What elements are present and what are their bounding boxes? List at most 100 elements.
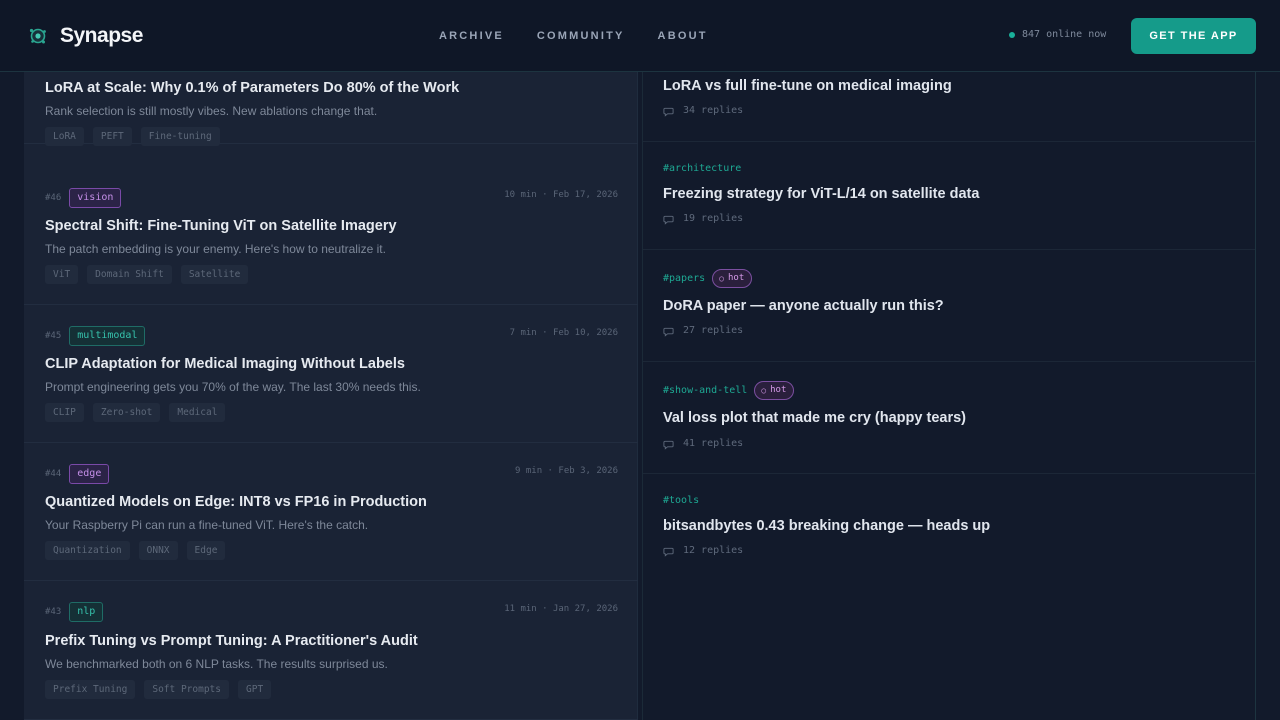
article-title[interactable]: Quantized Models on Edge: INT8 vs FP16 i… [45,493,427,511]
tag[interactable]: ONNX [138,541,178,560]
thread-meta: #tools [663,495,699,507]
tag[interactable]: Medical [169,403,226,422]
thread-replies: 34 replies [663,105,743,117]
online-indicator: 847 online now [1009,29,1106,41]
article-read-time-date: 7 min · Feb 10, 2026 [509,328,618,338]
article-meta: #45 multimodal [45,326,146,346]
article-meta: #46 vision [45,188,122,208]
article-description: Prompt engineering gets you 70% of the w… [45,380,421,394]
tag[interactable]: ViT [45,265,79,284]
tag[interactable]: Zero-shot [92,403,161,422]
article-card[interactable]: #45 multimodal 7 min · Feb 10, 2026 CLIP… [24,305,638,443]
article-card[interactable]: #44 edge 9 min · Feb 3, 2026 Quantized M… [24,443,638,581]
thread-item[interactable]: #tools bitsandbytes 0.43 breaking change… [643,474,1255,582]
category-badge[interactable]: nlp [69,602,104,622]
article-meta: #43 nlp [45,602,104,622]
article-number: #45 [45,331,62,341]
thread-meta: #architecture [663,163,741,175]
thread-replies: 12 replies [663,545,743,557]
comment-icon [663,327,674,337]
article-title[interactable]: Spectral Shift: Fine-Tuning ViT on Satel… [45,217,397,235]
reply-count: 27 replies [683,325,744,336]
flame-icon: ○ [719,274,724,283]
article-tags: ViT Domain Shift Satellite [45,265,257,284]
tag[interactable]: PEFT [92,127,132,146]
nav-link-about[interactable]: ABOUT [658,30,708,42]
article-list: LoRA at Scale: Why 0.1% of Parameters Do… [24,72,638,720]
thread-title[interactable]: LoRA vs full fine-tune on medical imagin… [663,77,952,95]
thread-item[interactable]: #papers ○ hot DoRA paper — anyone actuall… [643,250,1255,362]
hot-label: hot [727,273,745,283]
article-tags: Prefix Tuning Soft Prompts GPT [45,680,280,699]
online-count: 847 online now [1022,29,1107,40]
tag[interactable]: Domain Shift [87,265,172,284]
tag[interactable]: Quantization [45,541,130,560]
article-number: #43 [45,607,62,617]
thread-title[interactable]: DoRA paper — anyone actually run this? [663,297,944,315]
tag[interactable]: Edge [186,541,226,560]
synapse-logo-icon [29,28,46,44]
category-badge[interactable]: multimodal [69,326,146,346]
thread-replies: 27 replies [663,325,743,337]
article-tags: Quantization ONNX Edge [45,541,234,560]
article-title[interactable]: Prefix Tuning vs Prompt Tuning: A Practi… [45,632,418,650]
thread-item[interactable]: #show-and-tell ○ hot Val loss plot that m… [643,362,1255,474]
logo-text: Synapse [60,24,143,47]
article-number: #46 [45,193,62,203]
article-meta: #44 edge [45,464,110,484]
thread-replies: 19 replies [663,213,743,225]
thread-channel[interactable]: #architecture [663,163,741,175]
article-card[interactable]: #43 nlp 11 min · Jan 27, 2026 Prefix Tun… [24,582,638,720]
thread-item[interactable]: #architecture Freezing strategy for ViT-… [643,142,1255,250]
thread-title[interactable]: Val loss plot that made me cry (happy te… [663,409,966,427]
hot-badge: ○ hot [754,381,795,400]
article-title[interactable]: LoRA at Scale: Why 0.1% of Parameters Do… [45,79,459,97]
online-dot-icon [1009,32,1015,38]
tag[interactable]: Fine-tuning [140,127,220,146]
nav-link-community[interactable]: COMMUNITY [537,30,625,42]
tag[interactable]: LoRA [45,127,84,146]
tag[interactable]: Prefix Tuning [45,680,136,699]
thread-replies: 41 replies [663,438,743,450]
article-read-time-date: 9 min · Feb 3, 2026 [515,466,618,476]
logo[interactable]: Synapse [28,25,143,47]
nav-links: ARCHIVE COMMUNITY ABOUT [439,30,741,42]
thread-channel[interactable]: #tools [663,495,699,507]
article-number: #44 [45,469,62,479]
reply-count: 12 replies [683,545,744,556]
article-description: Rank selection is still mostly vibes. Ne… [45,104,378,118]
reply-count: 34 replies [683,105,744,116]
thread-channel[interactable]: #show-and-tell [663,385,747,397]
tag[interactable]: CLIP [45,403,84,422]
comment-icon [663,440,674,450]
thread-channel[interactable]: #papers [663,273,705,285]
thread-title[interactable]: Freezing strategy for ViT-L/14 on satell… [663,185,979,203]
thread-list: LoRA vs full fine-tune on medical imagin… [642,72,1256,720]
tag[interactable]: Soft Prompts [144,680,229,699]
comment-icon [663,547,674,557]
article-description: The patch embedding is your enemy. Here'… [45,242,386,256]
article-card[interactable]: #46 vision 10 min · Feb 17, 2026 Spectra… [24,167,638,305]
top-nav: Synapse ARCHIVE COMMUNITY ABOUT 847 onli… [0,0,1280,72]
comment-icon [663,215,674,225]
article-title[interactable]: CLIP Adaptation for Medical Imaging With… [45,355,405,373]
thread-meta: #show-and-tell ○ hot [663,381,795,400]
article-tags: LoRA PEFT Fine-tuning [45,127,229,146]
tag[interactable]: GPT [238,680,272,699]
article-description: We benchmarked both on 6 NLP tasks. The … [45,657,388,671]
category-badge[interactable]: vision [69,188,122,208]
article-read-time-date: 10 min · Feb 17, 2026 [504,190,618,200]
article-tags: CLIP Zero-shot Medical [45,403,234,422]
category-badge[interactable]: edge [69,464,110,484]
hot-badge: ○ hot [712,269,753,288]
article-description: Your Raspberry Pi can run a fine-tuned V… [45,518,369,532]
article-read-time-date: 11 min · Jan 27, 2026 [504,604,618,614]
nav-link-archive[interactable]: ARCHIVE [439,30,504,42]
flame-icon: ○ [761,386,767,395]
hot-label: hot [770,385,787,395]
thread-item[interactable]: LoRA vs full fine-tune on medical imagin… [643,72,1255,142]
get-the-app-button[interactable]: GET THE APP [1131,18,1256,54]
thread-title[interactable]: bitsandbytes 0.43 breaking change — head… [663,517,990,535]
comment-icon [663,107,674,117]
tag[interactable]: Satellite [180,265,249,284]
